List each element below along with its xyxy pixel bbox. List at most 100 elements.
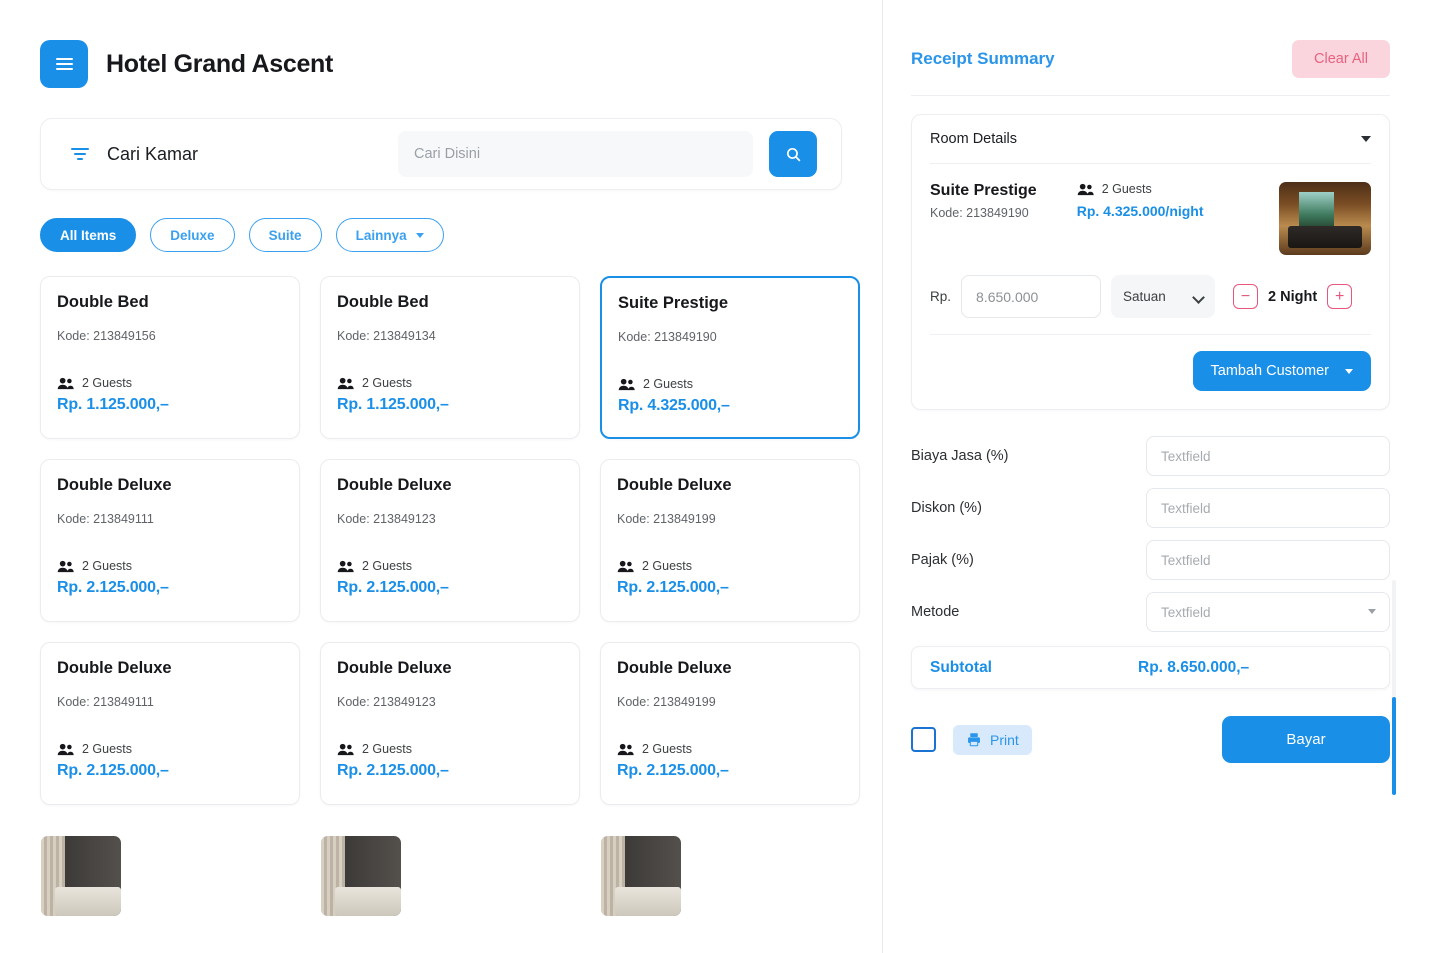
guests-label: 2 Guests	[82, 559, 133, 573]
room-card-price: Rp. 2.125.000,–	[617, 579, 729, 596]
guests-icon	[617, 743, 634, 755]
receipt-room-row: Suite Prestige Kode: 213849190 2 Guests …	[912, 164, 1389, 267]
filter-chip-deluxe[interactable]: Deluxe	[150, 218, 235, 252]
room-card-title: Double Deluxe	[337, 659, 452, 677]
receipt-header: Receipt Summary Clear All	[911, 40, 1390, 78]
room-card-title: Double Bed	[57, 293, 149, 311]
form-row: Biaya Jasa (%)	[911, 436, 1390, 476]
room-card[interactable]: Suite Prestige Kode: 213849190 2 Guests Rp.…	[600, 276, 860, 551]
unit-select-wrapper: Satuan	[1111, 275, 1216, 318]
room-card-code: Kode: 213849111	[57, 695, 154, 709]
page-header: Hotel Grand Ascent	[0, 0, 882, 88]
guests-label: 2 Guests	[642, 742, 693, 756]
search-bar: Cari Kamar	[40, 118, 842, 190]
scrollbar-thumb[interactable]	[1392, 697, 1396, 795]
room-card[interactable]: Double Bed Kode: 213849134 2 Guests Rp. 1.1…	[320, 276, 580, 550]
form-label: Biaya Jasa (%)	[911, 448, 1009, 464]
print-checkbox[interactable]	[911, 727, 936, 752]
guests-icon	[57, 560, 74, 572]
room-card[interactable]: Double Deluxe Kode: 213849123 2 Guests Rp. …	[320, 459, 580, 733]
guests-icon	[618, 378, 635, 390]
room-card-code: Kode: 213849156	[57, 329, 156, 343]
room-card-price: Rp. 2.125.000,–	[337, 579, 449, 596]
guests-icon	[57, 377, 74, 389]
room-card-price: Rp. 1.125.000,–	[337, 396, 449, 413]
room-card[interactable]: Double Deluxe Kode: 213849111 2 Guests Rp. …	[40, 642, 300, 916]
receipt-scrollbar[interactable]	[1392, 580, 1396, 795]
guests-label: 2 Guests	[362, 559, 413, 573]
pay-button[interactable]: Bayar	[1222, 716, 1390, 763]
filter-chip-label: Deluxe	[170, 227, 215, 243]
filter-chip-lainnya[interactable]: Lainnya	[335, 218, 444, 252]
filter-chip-label: All Items	[60, 227, 117, 243]
filter-chips: All Items Deluxe Suite Lainnya	[0, 190, 882, 252]
rooms-panel: Hotel Grand Ascent Cari Kamar All Items …	[0, 0, 883, 953]
room-card-title: Suite Prestige	[618, 294, 729, 312]
room-details-toggle[interactable]: Room Details	[912, 115, 1389, 163]
chevron-down-icon	[1345, 368, 1353, 374]
search-button[interactable]	[769, 131, 817, 177]
room-card[interactable]: Double Deluxe Kode: 213849123 2 Guests Rp. …	[320, 642, 580, 916]
room-card-code: Kode: 213849123	[337, 695, 436, 709]
room-card-price: Rp. 2.125.000,–	[617, 762, 729, 779]
increase-night-button[interactable]: +	[1327, 284, 1353, 309]
subtotal-label: Subtotal	[930, 658, 992, 676]
room-card-title: Double Bed	[337, 293, 429, 311]
room-card-guests: 2 Guests	[337, 742, 563, 756]
form-label: Diskon (%)	[911, 500, 982, 516]
guests-icon	[337, 377, 354, 389]
clear-all-button[interactable]: Clear All	[1292, 40, 1390, 78]
subtotal-value: Rp. 8.650.000,–	[1138, 658, 1250, 676]
room-card[interactable]: Double Deluxe Kode: 213849199 2 Guests Rp. …	[600, 459, 860, 733]
receipt-summary-title: Receipt Summary	[911, 49, 1055, 68]
filter-icon[interactable]	[71, 144, 91, 164]
print-label: Print	[990, 731, 1019, 748]
search-input[interactable]	[398, 131, 753, 177]
room-card-price: Rp. 2.125.000,–	[337, 762, 449, 779]
amount-row: Rp. Satuan − 2 Night +	[912, 267, 1389, 334]
add-customer-button[interactable]: Tambah Customer	[1192, 351, 1371, 391]
form-input[interactable]	[1146, 540, 1390, 580]
metode-select-wrapper	[1146, 592, 1390, 632]
guests-label: 2 Guests	[362, 742, 413, 756]
room-card-thumbnail	[601, 836, 681, 916]
guests-label: 2 Guests	[1101, 182, 1152, 196]
room-card[interactable]: Double Bed Kode: 213849156 2 Guests Rp. 1.1…	[40, 276, 300, 550]
room-card[interactable]: Double Deluxe Kode: 213849111 2 Guests Rp. …	[40, 459, 300, 733]
filter-chip-suite[interactable]: Suite	[248, 218, 322, 252]
unit-select[interactable]: Satuan	[1111, 275, 1216, 318]
currency-label: Rp.	[930, 289, 952, 304]
print-button[interactable]: Print	[953, 724, 1032, 755]
header-divider	[911, 95, 1390, 96]
form-input[interactable]	[1146, 436, 1390, 476]
page-title: Hotel Grand Ascent	[106, 49, 334, 78]
room-card-code: Kode: 213849190	[618, 330, 717, 344]
guests-label: 2 Guests	[82, 376, 133, 390]
amount-input[interactable]	[961, 275, 1102, 318]
receipt-panel: Receipt Summary Clear All Room Details S…	[883, 0, 1440, 953]
add-customer-row: Tambah Customer	[912, 335, 1389, 409]
decrease-night-button[interactable]: −	[1233, 284, 1259, 309]
printer-icon	[968, 733, 980, 747]
room-card-code: Kode: 213849111	[57, 512, 154, 526]
form-row: Diskon (%)	[911, 488, 1390, 528]
room-card-thumbnail	[321, 836, 401, 916]
receipt-room-thumbnail	[1279, 182, 1371, 255]
guests-label: 2 Guests	[362, 376, 413, 390]
room-card-title: Double Deluxe	[617, 659, 732, 677]
form-select[interactable]	[1146, 592, 1390, 632]
search-icon	[786, 147, 800, 161]
room-card[interactable]: Double Deluxe Kode: 213849199 2 Guests Rp. …	[600, 642, 860, 916]
room-card-title: Double Deluxe	[57, 476, 172, 494]
guests-label: 2 Guests	[82, 742, 133, 756]
pos-screen: Hotel Grand Ascent Cari Kamar All Items …	[0, 0, 1440, 953]
form-input[interactable]	[1146, 488, 1390, 528]
room-details-label: Room Details	[930, 131, 1018, 147]
room-card-guests: 2 Guests	[57, 559, 283, 573]
filter-chip-all-items[interactable]: All Items	[40, 218, 137, 252]
add-customer-label: Tambah Customer	[1210, 363, 1329, 379]
filter-chip-label: Suite	[268, 227, 302, 243]
hamburger-menu-icon[interactable]	[40, 40, 88, 88]
receipt-room-code: Kode: 213849190	[930, 206, 1029, 220]
room-card-title: Double Deluxe	[337, 476, 452, 494]
